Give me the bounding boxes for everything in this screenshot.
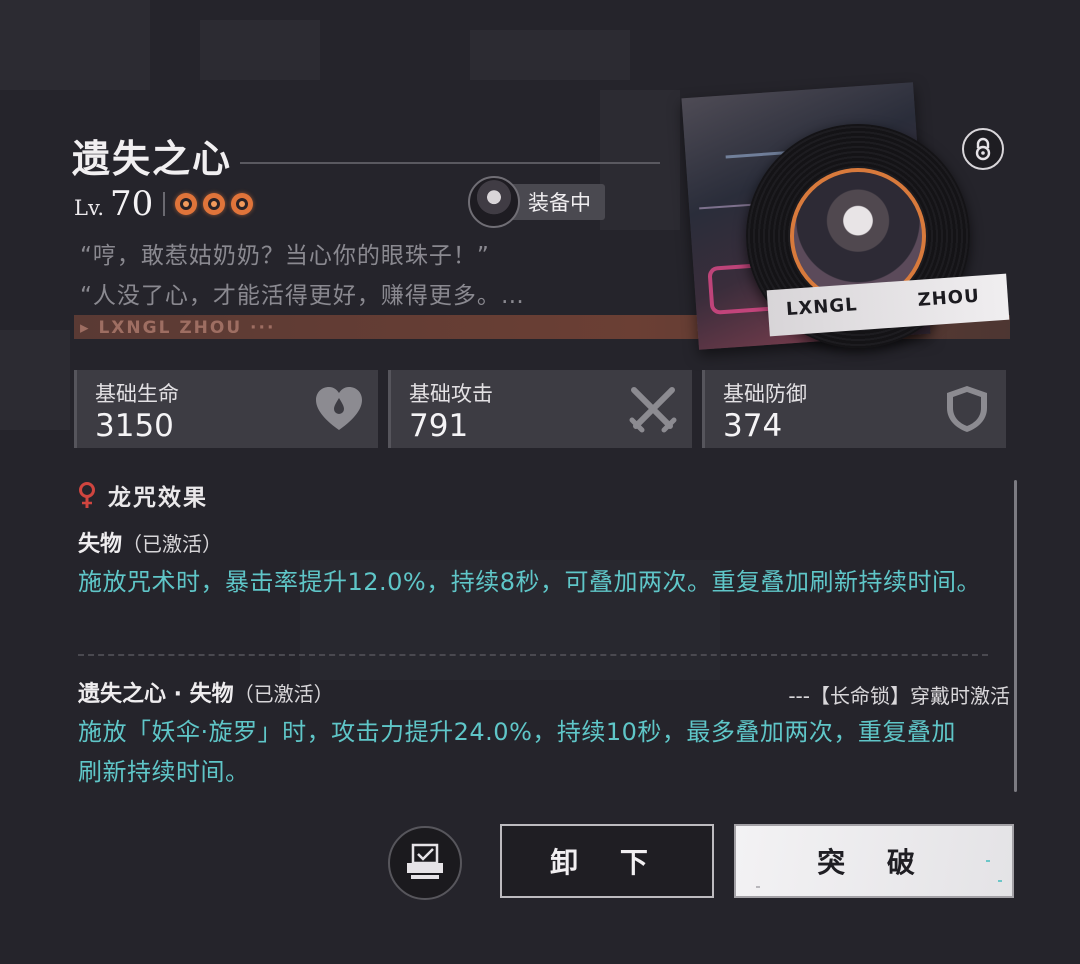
- spark-decoration: [756, 886, 760, 888]
- stat-card-def: 基础防御 374: [702, 370, 1006, 448]
- stat-value: 374: [723, 408, 783, 444]
- stat-card-atk: 基础攻击 791: [388, 370, 692, 448]
- effects-divider: [78, 654, 988, 656]
- effects-scrollbar[interactable]: [1014, 480, 1017, 792]
- star-icon: [231, 193, 254, 215]
- star-icon: [175, 193, 198, 215]
- level-prefix: Lv.: [74, 196, 104, 220]
- lock-button[interactable]: [962, 128, 1004, 170]
- character-avatar: [468, 176, 520, 228]
- brand-band-text: ▸ LXNGL ZHOU ···: [80, 318, 276, 338]
- star-rating: [175, 193, 254, 215]
- effects-section-header: 龙咒效果: [78, 478, 208, 512]
- checklist-printer-icon: [407, 843, 443, 879]
- unequip-button[interactable]: 卸 下: [500, 824, 714, 898]
- breakthrough-button[interactable]: 突 破: [734, 824, 1014, 898]
- level-separator: [163, 192, 166, 216]
- effect-2-status: （已激活）: [233, 682, 334, 706]
- heart-drop-icon: [316, 387, 362, 430]
- breakthrough-label: 突 破: [817, 846, 931, 879]
- crossed-swords-icon: [629, 387, 677, 433]
- item-name: 遗失之心: [72, 137, 233, 181]
- compare-button[interactable]: [388, 826, 462, 900]
- cover-text-left: LXNGL: [785, 294, 859, 321]
- star-icon: [203, 193, 226, 215]
- flavor-quote-1: “哼，敢惹姑奶奶？当心你的眼珠子！”: [80, 243, 490, 269]
- effect-2-title: 遗失之心 · 失物（已激活）: [78, 676, 334, 708]
- shield-icon: [947, 386, 987, 432]
- effect-2-condition: ---【长命锁】穿戴时激活: [788, 684, 1010, 708]
- stat-label: 基础防御: [723, 382, 807, 406]
- spark-decoration: [998, 880, 1002, 882]
- stat-value: 3150: [95, 408, 174, 444]
- stat-label: 基础生命: [95, 382, 179, 406]
- spark-decoration: [986, 860, 990, 862]
- stat-label: 基础攻击: [409, 382, 493, 406]
- effect-2-name: 遗失之心 · 失物: [78, 682, 234, 707]
- flavor-quote-2: “人没了心，才能活得更好，赚得更多。…: [80, 283, 525, 309]
- effect-1-title: 失物（已激活）: [78, 526, 222, 558]
- stat-card-hp: 基础生命 3150: [74, 370, 378, 448]
- effect-1-description: 施放咒术时，暴击率提升12.0%，持续8秒，可叠加两次。重复叠加刷新持续时间。: [78, 568, 982, 596]
- effects-section-title: 龙咒效果: [108, 485, 208, 511]
- location-pin-icon: [79, 482, 95, 508]
- equipped-tag[interactable]: 装备中: [468, 176, 605, 228]
- lock-icon: [975, 137, 991, 161]
- cover-text-right: ZHOU: [917, 285, 981, 311]
- equipped-label: 装备中: [506, 184, 605, 220]
- level-row: Lv. 70: [74, 184, 254, 224]
- effect-1-name: 失物: [78, 532, 123, 557]
- title-divider: [240, 162, 660, 164]
- stat-value: 791: [409, 408, 469, 444]
- effect-1-status: （已激活）: [122, 532, 223, 556]
- effect-2-description: 施放「妖伞·旋罗」时，攻击力提升24.0%，持续10秒，最多叠加两次，重复叠加刷…: [78, 718, 956, 786]
- level-value: 70: [110, 184, 154, 224]
